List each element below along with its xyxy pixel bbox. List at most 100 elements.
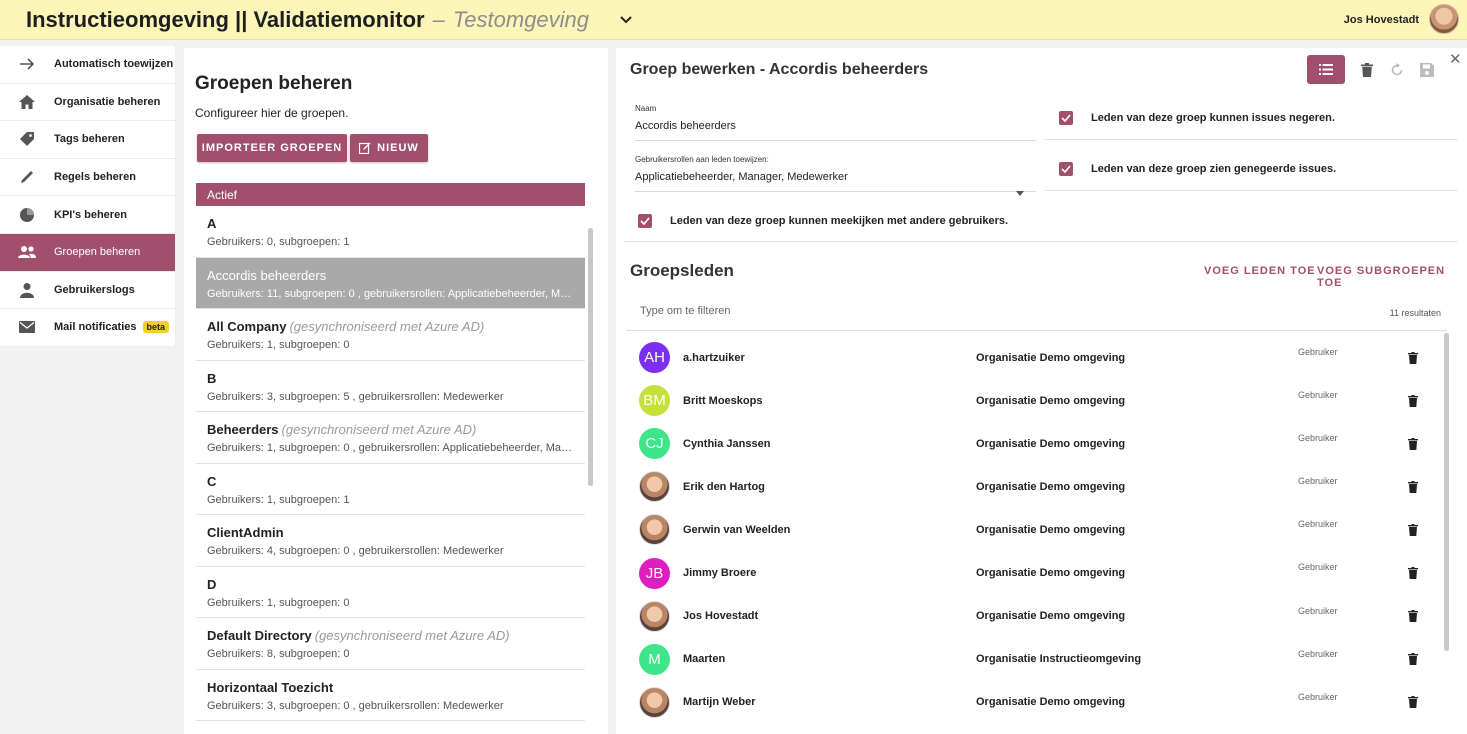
user-avatar[interactable] [1429, 4, 1459, 34]
member-row[interactable]: BM Britt Moeskops Organisatie Demo omgevin… [626, 379, 1441, 422]
member-role: Gebruiker [1298, 605, 1338, 616]
member-row[interactable]: CJ Cynthia Janssen Organisatie Demo omgevi… [626, 422, 1441, 465]
group-name: C [207, 473, 217, 489]
group-info: Gebruikers: 11, subgroepen: 0 , gebruike… [207, 287, 574, 300]
groups-panel: Groepen beheren Configureer hier de groe… [184, 48, 608, 734]
member-role: Gebruiker [1298, 390, 1338, 401]
group-name: ClientAdmin [207, 525, 284, 540]
group-info: Gebruikers: 3, subgroepen: 5 , gebruiker… [207, 390, 504, 403]
member-role: Gebruiker [1298, 691, 1338, 702]
list-item[interactable]: A Gebruikers: 0, subgroepen: 1 [196, 206, 585, 258]
ignore-issues-label: Leden van deze groep kunnen issues neger… [1091, 111, 1335, 124]
delete-member-icon[interactable] [1406, 651, 1420, 667]
environment-chevron-down-icon[interactable] [617, 11, 635, 29]
sidebar-item-label: Automatisch toewijzen [54, 58, 174, 71]
member-row[interactable]: JB Jimmy Broere Organisatie Demo omgeving G… [626, 551, 1441, 594]
group-name: Default Directory [207, 628, 312, 643]
member-organisation: Organisatie Demo omgeving [976, 523, 1126, 536]
member-organisation: Organisatie Demo omgeving [976, 351, 1126, 364]
sidebar-item-tags-beheren[interactable]: Tags beheren [0, 121, 175, 159]
groups-list: Actief A Gebruikers: 0, subgroepen: 1 Ac… [196, 183, 585, 734]
members-scrollbar[interactable] [1444, 333, 1449, 651]
member-organisation: Organisatie Demo omgeving [976, 480, 1126, 493]
sidebar-item-gebruikerslogs[interactable]: Gebruikerslogs [0, 272, 175, 310]
refresh-icon[interactable] [1387, 60, 1407, 80]
group-name: Beheerders [207, 422, 279, 437]
save-icon[interactable] [1417, 60, 1437, 80]
checkbox-row-see-ignored: Leden van deze groep zien genegeerde iss… [1045, 147, 1458, 191]
roles-field-value: Applicatiebeheerder, Manager, Medewerker [635, 171, 848, 183]
delete-member-icon[interactable] [1406, 522, 1420, 538]
group-info: Gebruikers: 1, subgroepen: 1 [207, 493, 350, 506]
import-groups-button[interactable]: IMPORTEER GROEPEN [197, 134, 347, 162]
roles-select[interactable]: Gebruikersrollen aan leden toewijzen: Ap… [635, 155, 1036, 196]
sidebar-item-label: Mail notificaties [54, 321, 137, 334]
result-count: 11 resultaten [1389, 308, 1441, 318]
name-field[interactable]: Naam Accordis beheerders [635, 104, 1036, 141]
add-members-button[interactable]: VOEG LEDEN TOE [1204, 265, 1316, 277]
member-organisation: Organisatie Demo omgeving [976, 394, 1126, 407]
member-avatar: JB [639, 557, 670, 589]
member-organisation: Organisatie Demo omgeving [976, 610, 1126, 623]
member-row[interactable]: Jos Hovestadt Organisatie Demo omgeving Ge… [626, 595, 1441, 638]
member-role: Gebruiker [1298, 562, 1338, 573]
import-groups-label: IMPORTEER GROEPEN [201, 142, 343, 154]
edit-title: Groep bewerken - Accordis beheerders [630, 61, 929, 78]
member-name: Gerwin van Weelden [683, 523, 791, 536]
group-name: B [207, 370, 217, 386]
member-row[interactable]: Martijn Weber Organisatie Demo omgeving Ge… [626, 681, 1441, 724]
group-icon [0, 245, 54, 259]
name-field-value: Accordis beheerders [635, 120, 736, 132]
group-info: Gebruikers: 3, subgroepen: 0 , gebruiker… [207, 699, 504, 712]
delete-member-icon[interactable] [1406, 479, 1420, 495]
group-info: Gebruikers: 1, subgroepen: 0 [207, 339, 350, 351]
member-row[interactable]: M Maarten Organisatie Instructieomgeving Ge… [626, 638, 1441, 681]
ignore-issues-checkbox[interactable] [1059, 110, 1073, 125]
close-icon[interactable]: ✕ [1449, 50, 1462, 68]
add-subgroups-button[interactable]: VOEG SUBGROEPEN TOE [1317, 265, 1467, 289]
sidebar-item-kpis-beheren[interactable]: KPI's beheren [0, 196, 175, 234]
member-name: Martijn Weber [683, 696, 756, 709]
delete-group-icon[interactable] [1357, 60, 1377, 80]
member-row[interactable]: Gerwin van Weelden Organisatie Demo omgev… [626, 508, 1441, 551]
watch-users-checkbox[interactable] [638, 213, 652, 228]
list-item[interactable]: C Gebruikers: 1, subgroepen: 1 [196, 464, 585, 515]
groups-scrollbar[interactable] [588, 228, 593, 486]
delete-member-icon[interactable] [1406, 608, 1420, 624]
sync-note: (gesynchroniseerd met Azure AD) [289, 319, 485, 334]
see-ignored-checkbox[interactable] [1059, 161, 1073, 176]
member-row[interactable]: AH a.hartzuiker Organisatie Demo omgeving G… [626, 336, 1441, 379]
new-group-button[interactable]: NIEUW [350, 134, 428, 162]
list-item[interactable]: Default Directory (gesynchroniseerd met A… [196, 618, 585, 670]
sidebar-item-organisatie-beheren[interactable]: Organisatie beheren [0, 84, 175, 122]
user-name[interactable]: Jos Hovestadt [1344, 14, 1419, 26]
list-item[interactable]: Beheerders (gesynchroniseerd met Azure AD… [196, 412, 585, 464]
caret-down-icon [1016, 183, 1024, 201]
delete-member-icon[interactable] [1406, 350, 1420, 366]
list-item[interactable]: ClientAdmin Gebruikers: 4, subgroepen: 0… [196, 515, 585, 567]
sidebar-item-automatisch-toewijzen[interactable]: Automatisch toewijzen [0, 46, 175, 84]
delete-member-icon[interactable] [1406, 393, 1420, 409]
delete-member-icon[interactable] [1406, 565, 1420, 581]
sync-note: (gesynchroniseerd met Azure AD) [281, 422, 477, 437]
list-view-button[interactable] [1307, 55, 1345, 84]
pencil-icon [0, 169, 54, 185]
group-name: Horizontaal Toezicht [207, 679, 334, 695]
environment-title: Testomgeving [452, 6, 590, 32]
home-icon [0, 94, 54, 110]
list-item[interactable]: D Gebruikers: 1, subgroepen: 0 [196, 567, 585, 618]
list-item[interactable]: Horizontaal Toezicht Gebruikers: 3, subg… [196, 670, 585, 721]
delete-member-icon[interactable] [1406, 694, 1420, 710]
group-info: Gebruikers: 0, subgroepen: 1 [207, 236, 350, 248]
list-item-selected[interactable]: Accordis beheerders Gebruikers: 11, subg… [196, 257, 585, 309]
sidebar-item-mail-notificaties[interactable]: Mail notificaties beta [0, 309, 175, 347]
list-item[interactable]: B Gebruikers: 3, subgroepen: 5 , gebruik… [196, 361, 585, 412]
list-item[interactable]: All Company (gesynchroniseerd met Azure A… [196, 309, 585, 361]
page-title: Groepen beheren [195, 73, 353, 94]
sidebar-item-groepen-beheren[interactable]: Groepen beheren [0, 233, 175, 272]
delete-member-icon[interactable] [1406, 436, 1420, 452]
member-row[interactable]: Erik den Hartog Organisatie Demo omgeving… [626, 465, 1441, 508]
sidebar-item-regels-beheren[interactable]: Regels beheren [0, 159, 175, 197]
group-name: Accordis beheerders [207, 267, 327, 283]
filter-input[interactable] [640, 305, 1240, 317]
